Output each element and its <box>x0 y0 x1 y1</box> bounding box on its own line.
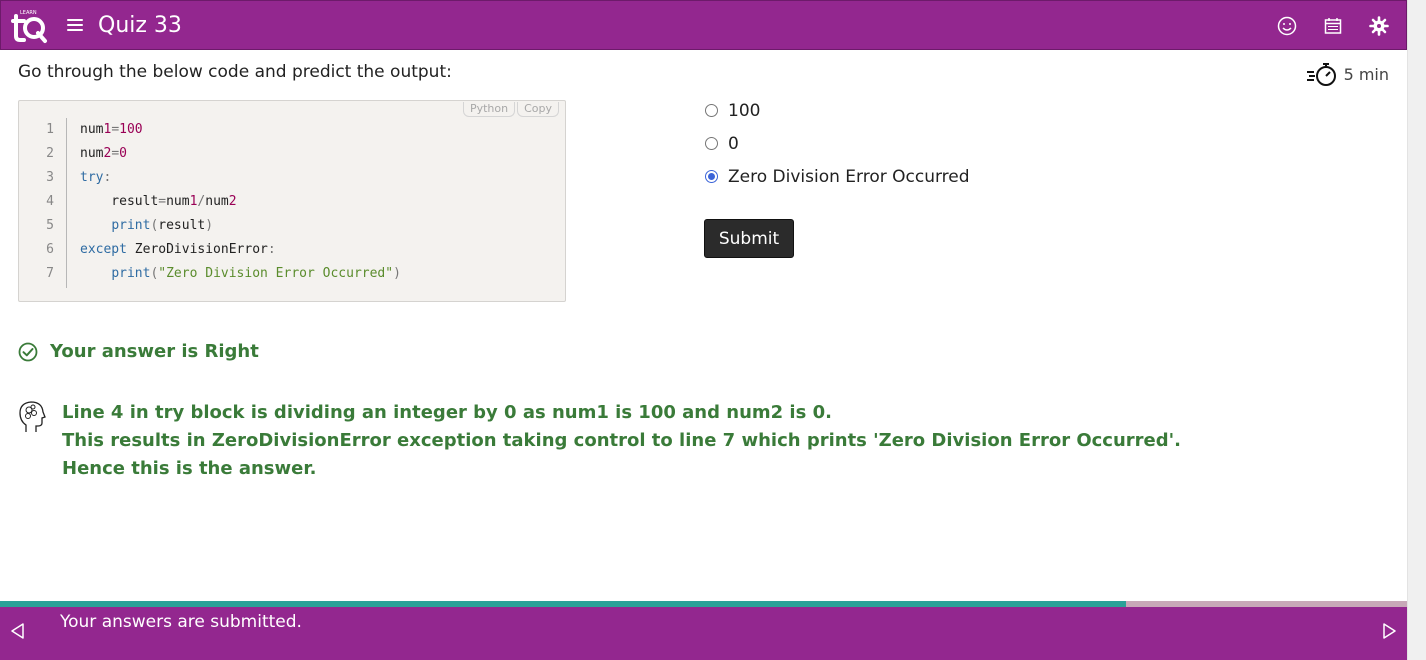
line-number: 7 <box>46 266 54 281</box>
option-label: 100 <box>728 100 761 121</box>
option-0[interactable]: 0 <box>704 127 970 160</box>
language-tag: Python <box>462 102 516 117</box>
code-line: num2=0 <box>80 146 127 161</box>
explanation-line: Hence this is the answer. <box>62 458 317 479</box>
timer-label: 5 min <box>1343 64 1389 84</box>
thinking-head-icon <box>19 401 46 432</box>
line-number: 2 <box>46 146 54 161</box>
menu-icon[interactable] <box>67 15 89 35</box>
radio-button[interactable] <box>705 104 718 117</box>
top-bar: LEARN Quiz 33 <box>0 0 1407 50</box>
submit-button[interactable]: Submit <box>704 219 794 258</box>
svg-text:LEARN: LEARN <box>20 10 37 16</box>
smiley-icon[interactable] <box>1276 15 1298 37</box>
code-block: Python Copy 1 2 3 4 5 6 7 num1=100 num2=… <box>18 100 566 302</box>
radio-button[interactable] <box>705 170 718 183</box>
explanation: Line 4 in try block is dividing an integ… <box>18 400 1181 483</box>
line-number: 6 <box>46 242 54 257</box>
line-number: 5 <box>46 218 54 233</box>
page-title: Quiz 33 <box>98 12 182 38</box>
line-number: 1 <box>46 122 54 137</box>
previous-arrow-icon[interactable] <box>8 621 28 641</box>
line-number: 3 <box>46 170 54 185</box>
explanation-line: This results in ZeroDivisionError except… <box>62 430 1181 451</box>
code-text: num1=100 num2=0 try: result=num1/num2 pr… <box>80 118 401 286</box>
code-line: except ZeroDivisionError: <box>80 242 276 257</box>
code-line: result=num1/num2 <box>80 194 237 209</box>
calendar-icon[interactable] <box>1322 15 1344 37</box>
logo[interactable]: LEARN <box>7 3 51 47</box>
radio-button[interactable] <box>705 137 718 150</box>
option-zero-division[interactable]: Zero Division Error Occurred <box>704 160 970 193</box>
logo-icon: LEARN <box>11 10 47 43</box>
bottom-bar: Your answers are submitted. <box>0 607 1407 660</box>
vertical-scrollbar[interactable] <box>1407 0 1426 660</box>
next-arrow-icon[interactable] <box>1379 621 1399 641</box>
line-number-gutter: 1 2 3 4 5 6 7 <box>19 118 67 288</box>
explanation-line: Line 4 in try block is dividing an integ… <box>62 402 832 423</box>
code-line: try: <box>80 170 112 185</box>
option-label: Zero Division Error Occurred <box>728 166 970 187</box>
option-100[interactable]: 100 <box>704 94 970 127</box>
code-line: print(result) <box>111 218 214 233</box>
answer-options: 100 0 Zero Division Error Occurred <box>704 94 970 193</box>
option-label: 0 <box>728 133 739 154</box>
check-circle-icon <box>18 342 38 361</box>
stopwatch-icon <box>1306 63 1336 86</box>
code-line: print("Zero Division Error Occurred") <box>111 266 401 281</box>
timer: 5 min <box>1306 60 1389 88</box>
result-message: Your answer is Right <box>18 341 259 362</box>
result-text: Your answer is Right <box>50 341 259 362</box>
gear-icon[interactable] <box>1368 15 1390 37</box>
question-prompt: Go through the below code and predict th… <box>18 62 452 82</box>
submission-status: Your answers are submitted. <box>60 612 302 632</box>
code-line: num1=100 <box>80 122 143 137</box>
line-number: 4 <box>46 194 54 209</box>
copy-button[interactable]: Copy <box>517 102 559 117</box>
